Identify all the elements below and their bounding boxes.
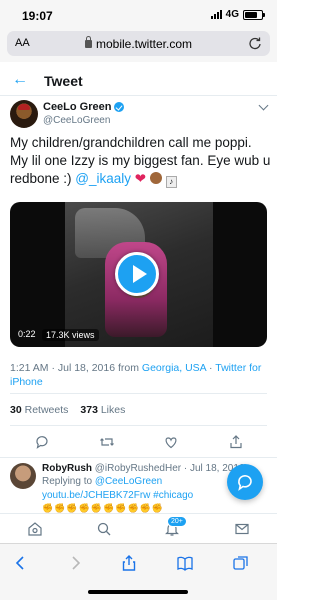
back-icon[interactable] bbox=[12, 554, 30, 572]
location-link[interactable]: Georgia, USA bbox=[142, 362, 206, 374]
reply-bubble-icon bbox=[238, 475, 252, 491]
share-icon[interactable] bbox=[228, 434, 244, 450]
url-text: mobile.twitter.com bbox=[95, 37, 193, 51]
signal-icon bbox=[210, 10, 222, 19]
status-bar: 19:07 4G bbox=[0, 0, 277, 28]
likes-label: Likes bbox=[100, 404, 126, 416]
heart-emoji: ❤ bbox=[134, 171, 147, 186]
divider bbox=[0, 457, 277, 458]
replying-handle[interactable]: @CeeLoGreen bbox=[95, 476, 162, 487]
avatar[interactable] bbox=[10, 100, 38, 128]
author-handle[interactable]: @CeeLoGreen bbox=[43, 115, 110, 126]
mention-link[interactable]: @_ikaaly bbox=[75, 171, 131, 186]
reply-header: RobyRush @iRobyRushedHer · Jul 18, 2016 bbox=[42, 463, 244, 474]
reply-author-name[interactable]: RobyRush bbox=[42, 463, 92, 474]
back-arrow-icon[interactable]: ← bbox=[12, 72, 28, 88]
divider bbox=[10, 425, 267, 426]
browser-chrome-top: 19:07 4G AA mobile.twitter.com bbox=[0, 0, 277, 62]
reload-icon[interactable] bbox=[248, 36, 262, 50]
status-time: 19:07 bbox=[22, 9, 53, 23]
search-icon[interactable] bbox=[96, 521, 112, 537]
music-score-emoji-icon: ♪ bbox=[165, 176, 177, 188]
home-icon[interactable] bbox=[27, 521, 43, 537]
tabs-icon[interactable] bbox=[232, 554, 250, 572]
forward-icon[interactable] bbox=[66, 554, 84, 572]
video-player[interactable]: 0:22 17.3K views bbox=[10, 202, 267, 347]
lock-icon bbox=[84, 36, 92, 48]
retweets-stat[interactable]: 30 Retweets bbox=[10, 404, 68, 416]
tweet-author: CeeLo Green @CeeLoGreen bbox=[10, 100, 269, 130]
video-views: 17.3K views bbox=[42, 329, 99, 341]
reply-icon[interactable] bbox=[34, 434, 50, 450]
baby-emoji-icon bbox=[149, 172, 162, 184]
tweet-time: 1:21 AM · Jul 18, 2016 from bbox=[10, 362, 142, 374]
play-button[interactable] bbox=[115, 252, 159, 296]
tweet-stats: 30 Retweets 373 Likes bbox=[10, 404, 125, 416]
address-bar[interactable]: AA mobile.twitter.com bbox=[7, 31, 270, 56]
verified-badge-icon bbox=[114, 102, 125, 112]
video-duration: 0:22 bbox=[18, 329, 36, 339]
share-icon[interactable] bbox=[120, 554, 138, 572]
reply-link[interactable]: youtu.be/JCHEBK72Frw #chicago bbox=[42, 490, 193, 501]
tweet-actions bbox=[0, 434, 277, 454]
bookmarks-icon[interactable] bbox=[176, 554, 194, 572]
author-name[interactable]: CeeLo Green bbox=[43, 101, 111, 113]
likes-count: 373 bbox=[80, 404, 98, 416]
url-display[interactable]: mobile.twitter.com bbox=[7, 36, 270, 51]
likes-stat[interactable]: 373 Likes bbox=[80, 404, 125, 416]
status-indicators: 4G bbox=[210, 9, 265, 20]
retweets-count: 30 bbox=[10, 404, 22, 416]
replying-prefix: Replying to bbox=[42, 476, 95, 487]
messages-icon[interactable] bbox=[234, 521, 250, 537]
tweet-meta: 1:21 AM · Jul 18, 2016 from Georgia, USA… bbox=[10, 361, 267, 389]
replying-to: Replying to @CeeLoGreen bbox=[42, 476, 162, 487]
retweet-icon[interactable] bbox=[99, 434, 115, 450]
network-label: 4G bbox=[225, 9, 239, 20]
compose-reply-button[interactable] bbox=[227, 464, 263, 500]
battery-icon bbox=[243, 9, 265, 20]
divider bbox=[10, 393, 267, 394]
meta-separator: · bbox=[206, 362, 216, 374]
chevron-down-icon[interactable] bbox=[258, 100, 269, 111]
like-icon[interactable] bbox=[163, 434, 179, 450]
avatar[interactable] bbox=[10, 463, 36, 489]
bottom-nav bbox=[0, 513, 277, 543]
home-indicator bbox=[88, 590, 188, 594]
tweet-text: My children/grandchildren call me poppi.… bbox=[10, 134, 272, 188]
notifications-badge: 20+ bbox=[167, 516, 187, 527]
page-header: ← Tweet bbox=[0, 64, 277, 96]
retweets-label: Retweets bbox=[24, 404, 69, 416]
author-name-row: CeeLo Green bbox=[43, 101, 125, 113]
page-title: Tweet bbox=[44, 73, 83, 89]
reply-handle-date: @iRobyRushedHer · Jul 18, 2016 bbox=[94, 463, 245, 474]
